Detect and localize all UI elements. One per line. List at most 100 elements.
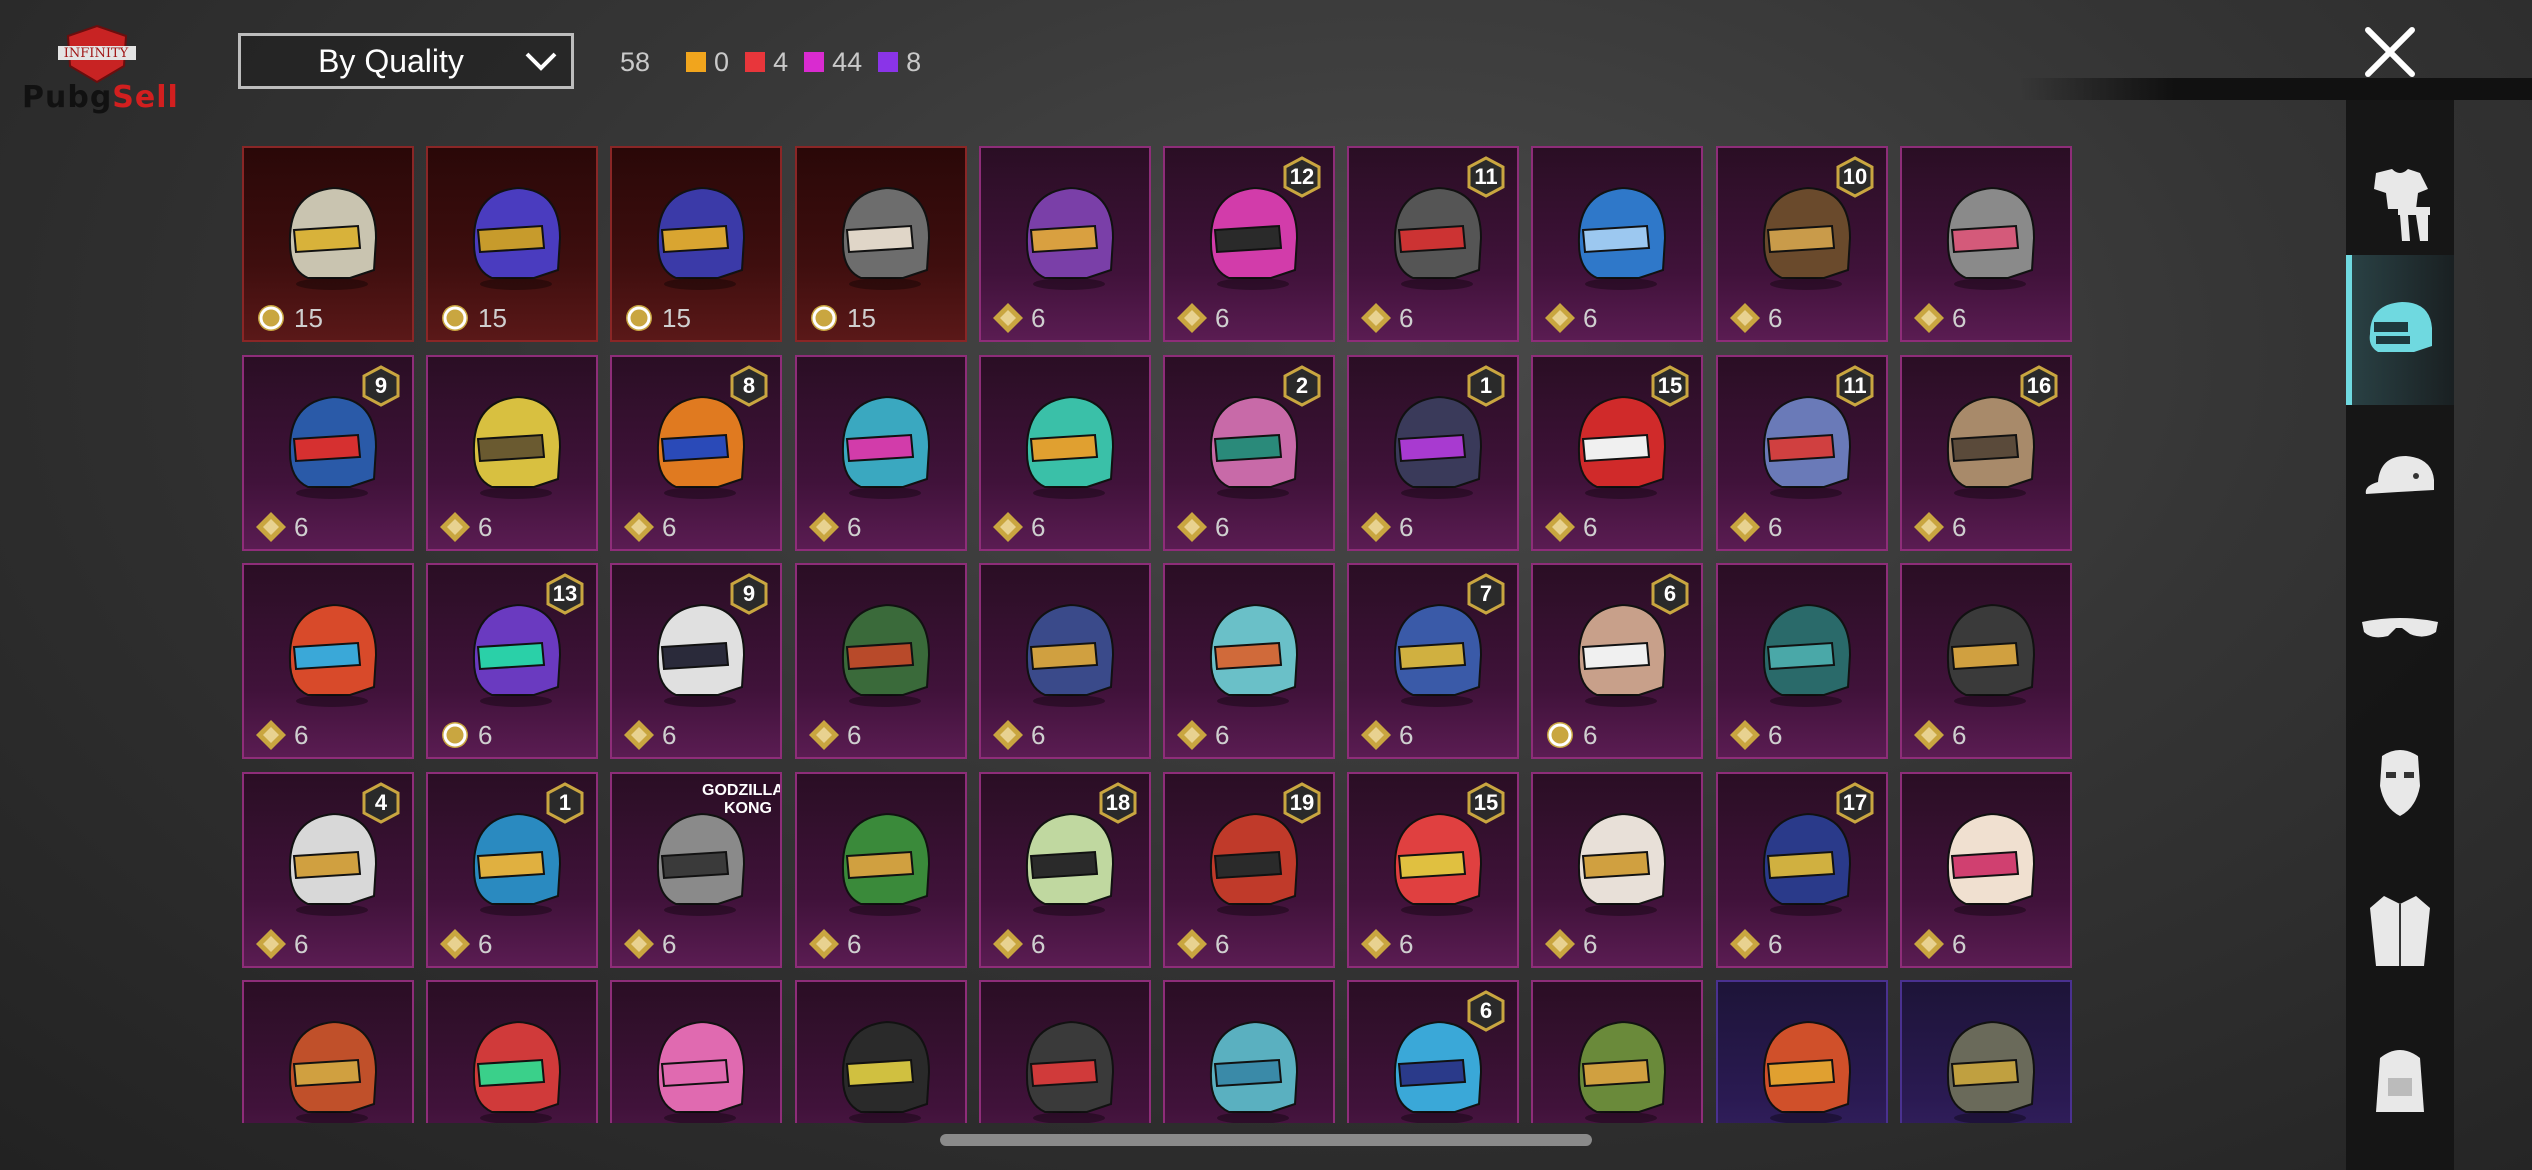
sidebar-item-helmet[interactable] xyxy=(2346,255,2454,405)
helmet-item-card[interactable]: 46 xyxy=(242,772,414,968)
sidebar-item-glasses[interactable] xyxy=(2346,555,2454,705)
sidebar-item-cap[interactable] xyxy=(2346,405,2454,555)
helmet-item-card[interactable] xyxy=(979,980,1151,1123)
helmet-item-card[interactable] xyxy=(1163,980,1335,1123)
item-cost-value: 6 xyxy=(1952,719,1967,750)
helmet-item-card[interactable]: 6 xyxy=(795,563,967,759)
item-cost-value: 6 xyxy=(1768,928,1783,959)
helmet-item-card[interactable]: 66 xyxy=(1531,563,1703,759)
level-badge-value: 1 xyxy=(558,790,572,815)
diamond-coin-icon xyxy=(1361,512,1391,542)
helmet-item-card[interactable]: 6 xyxy=(1716,563,1888,759)
helmet-item-card[interactable]: 6 xyxy=(1900,563,2072,759)
item-cost-value: 6 xyxy=(1768,511,1783,542)
jacket-icon xyxy=(2370,896,2430,966)
total-count: 58 xyxy=(620,46,651,77)
helmet-item-card[interactable]: 11 6 xyxy=(1716,355,1888,551)
item-cost-value: 6 xyxy=(1583,511,1598,542)
helmet-item-card[interactable]: 13 6 xyxy=(426,563,598,759)
helmet-item-card[interactable]: 16 6 xyxy=(1900,355,2072,551)
helmet-image xyxy=(841,186,931,290)
diamond-coin-icon xyxy=(1545,929,1575,959)
level-badge-value: 15 xyxy=(1473,790,1499,815)
helmet-item-card[interactable]: 18 6 xyxy=(979,772,1151,968)
helmet-item-card[interactable] xyxy=(795,980,967,1123)
helmet-image xyxy=(1577,812,1667,916)
helmet-item-card[interactable] xyxy=(426,980,598,1123)
helmet-item-card[interactable]: 19 6 xyxy=(1163,772,1335,968)
item-cost-value: 6 xyxy=(294,719,309,750)
logo-top-text: INFINITY xyxy=(63,46,129,61)
item-cost: 15 xyxy=(254,300,323,336)
helmet-item-card[interactable]: 12 6 xyxy=(1163,146,1335,342)
item-cost: 6 xyxy=(1175,926,1229,962)
horizontal-scrollbar[interactable] xyxy=(940,1134,1592,1146)
helmet-item-card[interactable]: GODZILLA KONG 6 xyxy=(610,772,782,968)
helmet-item-card[interactable]: 6 xyxy=(1347,980,1519,1123)
tier-count-value: 8 xyxy=(906,46,922,77)
helmet-item-card[interactable]: 16 xyxy=(426,772,598,968)
helmet-item-card[interactable]: 6 xyxy=(1163,563,1335,759)
helmet-item-card[interactable]: 6 xyxy=(979,563,1151,759)
helmet-item-card[interactable]: 6 xyxy=(1531,772,1703,968)
level-badge-value: 17 xyxy=(1842,790,1868,815)
tier-swatch xyxy=(686,52,707,72)
helmet-item-card[interactable]: 6 xyxy=(979,355,1151,551)
diamond-coin-icon xyxy=(440,929,470,959)
diamond-coin-icon xyxy=(624,929,654,959)
item-cost: 6 xyxy=(622,926,676,962)
helmet-item-card[interactable]: 17 6 xyxy=(1716,772,1888,968)
helmet-image xyxy=(288,1020,378,1123)
item-cost: 6 xyxy=(438,926,492,962)
sidebar-item-mask[interactable] xyxy=(2346,705,2454,855)
helmet-item-card[interactable]: 86 xyxy=(610,355,782,551)
helmet-item-card[interactable]: 15 xyxy=(242,146,414,342)
helmet-item-card[interactable]: 16 xyxy=(1347,355,1519,551)
item-cost-value: 15 xyxy=(294,302,323,333)
helmet-image xyxy=(1577,1020,1667,1123)
tier-swatch xyxy=(745,52,766,72)
helmet-item-card[interactable]: 96 xyxy=(610,563,782,759)
helmet-image xyxy=(656,186,746,290)
level-badge-value: 2 xyxy=(1295,373,1309,398)
helmet-item-card[interactable]: 96 xyxy=(242,355,414,551)
level-badge-value: 6 xyxy=(1663,581,1677,606)
diamond-coin-icon xyxy=(1361,720,1391,750)
helmet-item-card[interactable]: 6 xyxy=(979,146,1151,342)
helmet-item-card[interactable]: 6 xyxy=(1900,772,2072,968)
helmet-item-card[interactable]: 6 xyxy=(242,563,414,759)
helmet-item-card[interactable] xyxy=(242,980,414,1123)
level-badge-value: 9 xyxy=(374,373,388,398)
helmet-item-card[interactable] xyxy=(1531,980,1703,1123)
helmet-item-card[interactable] xyxy=(1716,980,1888,1123)
diamond-coin-icon xyxy=(1361,929,1391,959)
sort-dropdown[interactable]: By Quality xyxy=(238,33,574,89)
helmet-item-card[interactable]: 26 xyxy=(1163,355,1335,551)
sidebar-item-backpack[interactable] xyxy=(2346,1005,2454,1155)
level-badge-value: 19 xyxy=(1289,790,1315,815)
close-icon[interactable] xyxy=(2360,22,2420,82)
helmet-item-card[interactable]: 6 xyxy=(795,772,967,968)
helmet-item-card[interactable]: 10 6 xyxy=(1716,146,1888,342)
item-cost: 6 xyxy=(1543,717,1597,753)
diamond-coin-icon xyxy=(1177,303,1207,333)
helmet-image xyxy=(1025,395,1115,499)
helmet-item-card[interactable]: 11 6 xyxy=(1347,146,1519,342)
sidebar-item-jacket[interactable] xyxy=(2346,855,2454,1005)
helmet-item-card[interactable]: 15 xyxy=(426,146,598,342)
helmet-item-card[interactable] xyxy=(1900,980,2072,1123)
helmet-item-card[interactable]: 15 xyxy=(610,146,782,342)
helmet-item-card[interactable]: 6 xyxy=(1531,146,1703,342)
helmet-item-card[interactable]: 6 xyxy=(1900,146,2072,342)
helmet-item-card[interactable]: 15 6 xyxy=(1531,355,1703,551)
helmet-item-card[interactable]: 15 6 xyxy=(1347,772,1519,968)
helmet-item-card[interactable]: 6 xyxy=(426,355,598,551)
helmet-item-card[interactable]: 6 xyxy=(795,355,967,551)
item-cost: 15 xyxy=(622,300,691,336)
item-cost-value: 6 xyxy=(478,719,493,750)
helmet-item-card[interactable] xyxy=(610,980,782,1123)
item-cost-value: 6 xyxy=(1399,511,1414,542)
helmet-item-card[interactable]: 76 xyxy=(1347,563,1519,759)
diamond-coin-icon xyxy=(809,929,839,959)
helmet-item-card[interactable]: 15 xyxy=(795,146,967,342)
